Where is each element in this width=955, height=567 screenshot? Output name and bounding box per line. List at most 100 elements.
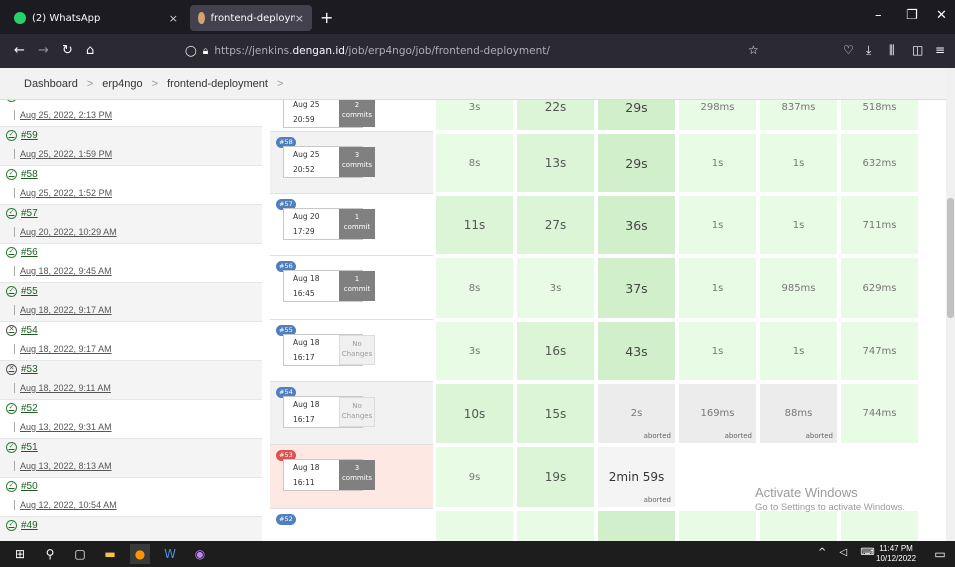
build-date-link[interactable]: Aug 25, 2022, 1:52 PM (14, 188, 112, 198)
stage-cell[interactable]: 19s (516, 446, 595, 508)
url-bar[interactable]: ◯ 🔒︎ https://jenkins. dengan.id/job/erp4n… (185, 39, 770, 63)
stage-cell[interactable] (678, 510, 757, 541)
build-link[interactable]: ✓ #49 (6, 520, 38, 531)
build-link[interactable]: ✓ #52 (6, 403, 38, 414)
stage-cell[interactable]: 2s aborted (597, 383, 676, 444)
build-number[interactable]: #54 (21, 325, 38, 336)
stage-cell[interactable]: 22s (516, 100, 595, 131)
stage-cell[interactable]: 629ms (840, 257, 919, 319)
stage-cell[interactable]: 169ms aborted (678, 383, 757, 444)
changes-box[interactable]: No Changes (339, 397, 375, 427)
stage-cell[interactable] (840, 510, 919, 541)
task-view-icon[interactable]: ▢ (70, 544, 90, 564)
build-number[interactable]: #51 (21, 442, 38, 453)
stage-cell[interactable]: 632ms (840, 133, 919, 193)
build-date-link[interactable]: Aug 18, 2022, 9:17 AM (14, 344, 112, 354)
stage-cell[interactable]: 3s (516, 257, 595, 319)
changes-box[interactable]: 1 commit (339, 271, 375, 301)
build-link[interactable]: ✓ #50 (6, 481, 38, 492)
close-tab-icon[interactable]: × (295, 12, 304, 25)
stage-cell[interactable]: 9s (435, 446, 514, 508)
build-badge[interactable]: #52 (276, 514, 296, 525)
stage-cell[interactable]: 1s (759, 321, 838, 381)
build-date-link[interactable]: Aug 18, 2022, 9:11 AM (14, 383, 111, 393)
stage-cell[interactable]: 43s (597, 321, 676, 381)
build-number[interactable]: #50 (21, 481, 38, 492)
forward-icon[interactable]: → (38, 43, 49, 58)
back-icon[interactable]: ← (14, 43, 25, 58)
build-date-link[interactable]: Aug 25, 2022, 2:13 PM (14, 110, 112, 120)
stage-cell[interactable]: 747ms (840, 321, 919, 381)
stage-cell[interactable]: 985ms (759, 257, 838, 319)
close-window-icon[interactable]: ✕ (936, 8, 947, 23)
download-icon[interactable]: ⤓ (866, 43, 871, 58)
build-number[interactable]: #59 (21, 130, 38, 141)
stage-cell[interactable]: 518ms (840, 100, 919, 131)
minimize-icon[interactable]: – (875, 8, 882, 23)
stage-cell[interactable]: 744ms (840, 383, 919, 444)
bookmark-star-icon[interactable]: ☆ (748, 43, 759, 57)
stage-cell[interactable]: 36s (597, 195, 676, 255)
stage-cell[interactable]: 1s (678, 133, 757, 193)
scrollbar-thumb[interactable] (947, 198, 954, 318)
build-link[interactable]: ✓ #55 (6, 286, 38, 297)
stage-cell[interactable] (597, 510, 676, 541)
build-link[interactable]: ✓ #51 (6, 442, 38, 453)
windows-start-icon[interactable]: ⊞ (10, 544, 30, 564)
library-icon[interactable]: ⫼ (889, 43, 895, 58)
stage-cell[interactable]: 3s (435, 321, 514, 381)
new-tab-button[interactable]: + (320, 8, 333, 27)
build-link[interactable]: ✓ #57 (6, 208, 38, 219)
build-date-link[interactable]: Aug 13, 2022, 9:31 AM (14, 422, 112, 432)
tab-whatsapp[interactable]: (2) WhatsApp × (6, 5, 186, 31)
stage-cell[interactable]: 1s (759, 195, 838, 255)
reload-icon[interactable]: ↻ (62, 43, 73, 58)
breadcrumb-erp4ngo[interactable]: erp4ngo (102, 78, 142, 90)
system-tray[interactable]: ^ ◁ ⌨ (818, 547, 880, 558)
changes-box[interactable]: 1 commit (339, 209, 375, 239)
stage-cell[interactable]: 3s (435, 100, 514, 131)
breadcrumb-dashboard[interactable]: Dashboard (24, 78, 78, 90)
build-link[interactable]: ✕ #53 (6, 364, 38, 375)
stage-cell[interactable] (678, 446, 757, 508)
stage-cell[interactable]: 11s (435, 195, 514, 255)
changes-box[interactable]: No Changes (339, 335, 375, 365)
build-link[interactable]: ✓ #59 (6, 130, 38, 141)
restore-icon[interactable]: ❐ (906, 8, 918, 23)
changes-box[interactable]: 2 commits (339, 100, 375, 127)
stage-cell[interactable]: 1s (678, 321, 757, 381)
file-explorer-icon[interactable]: ▬ (100, 544, 120, 564)
taskbar-clock[interactable]: 11:47 PM 10/12/2022 (876, 544, 916, 564)
stage-cell[interactable] (435, 510, 514, 541)
build-number[interactable]: #57 (21, 208, 38, 219)
build-date-link[interactable]: Aug 12, 2022, 10:54 AM (14, 500, 117, 510)
build-link[interactable]: ✕ #54 (6, 325, 38, 336)
stage-cell[interactable]: 711ms (840, 195, 919, 255)
stage-cell[interactable]: 1s (678, 257, 757, 319)
stage-cell[interactable]: 15s (516, 383, 595, 444)
stage-cell[interactable]: 8s (435, 257, 514, 319)
build-date-link[interactable]: Aug 18, 2022, 9:45 AM (14, 266, 112, 276)
app-icon[interactable]: ◉ (190, 544, 210, 564)
home-icon[interactable]: ⌂ (86, 43, 94, 58)
build-date-link[interactable]: Aug 18, 2022, 9:17 AM (14, 305, 112, 315)
stage-cell[interactable]: 837ms (759, 100, 838, 131)
stage-cell[interactable]: 8s (435, 133, 514, 193)
build-number[interactable]: #56 (21, 247, 38, 258)
stage-cell[interactable]: 27s (516, 195, 595, 255)
stage-cell[interactable] (516, 510, 595, 541)
stage-cell[interactable]: 298ms (678, 100, 757, 131)
stage-cell[interactable] (759, 510, 838, 541)
build-number[interactable]: #52 (21, 403, 38, 414)
build-date-link[interactable]: Aug 13, 2022, 8:13 AM (14, 461, 112, 471)
stage-cell[interactable]: 29s (597, 133, 676, 193)
stage-cell[interactable]: 13s (516, 133, 595, 193)
build-link[interactable]: ✓ #58 (6, 169, 38, 180)
pocket-icon[interactable]: ♡ (843, 43, 854, 57)
sidebar-icon[interactable]: ◫ (912, 43, 923, 57)
build-link[interactable]: ✓ #56 (6, 247, 38, 258)
build-number[interactable]: #53 (21, 364, 38, 375)
stage-cell[interactable]: 2min 59s aborted (597, 446, 676, 508)
close-tab-icon[interactable]: × (169, 12, 178, 25)
changes-box[interactable]: 3 commits (339, 460, 375, 490)
